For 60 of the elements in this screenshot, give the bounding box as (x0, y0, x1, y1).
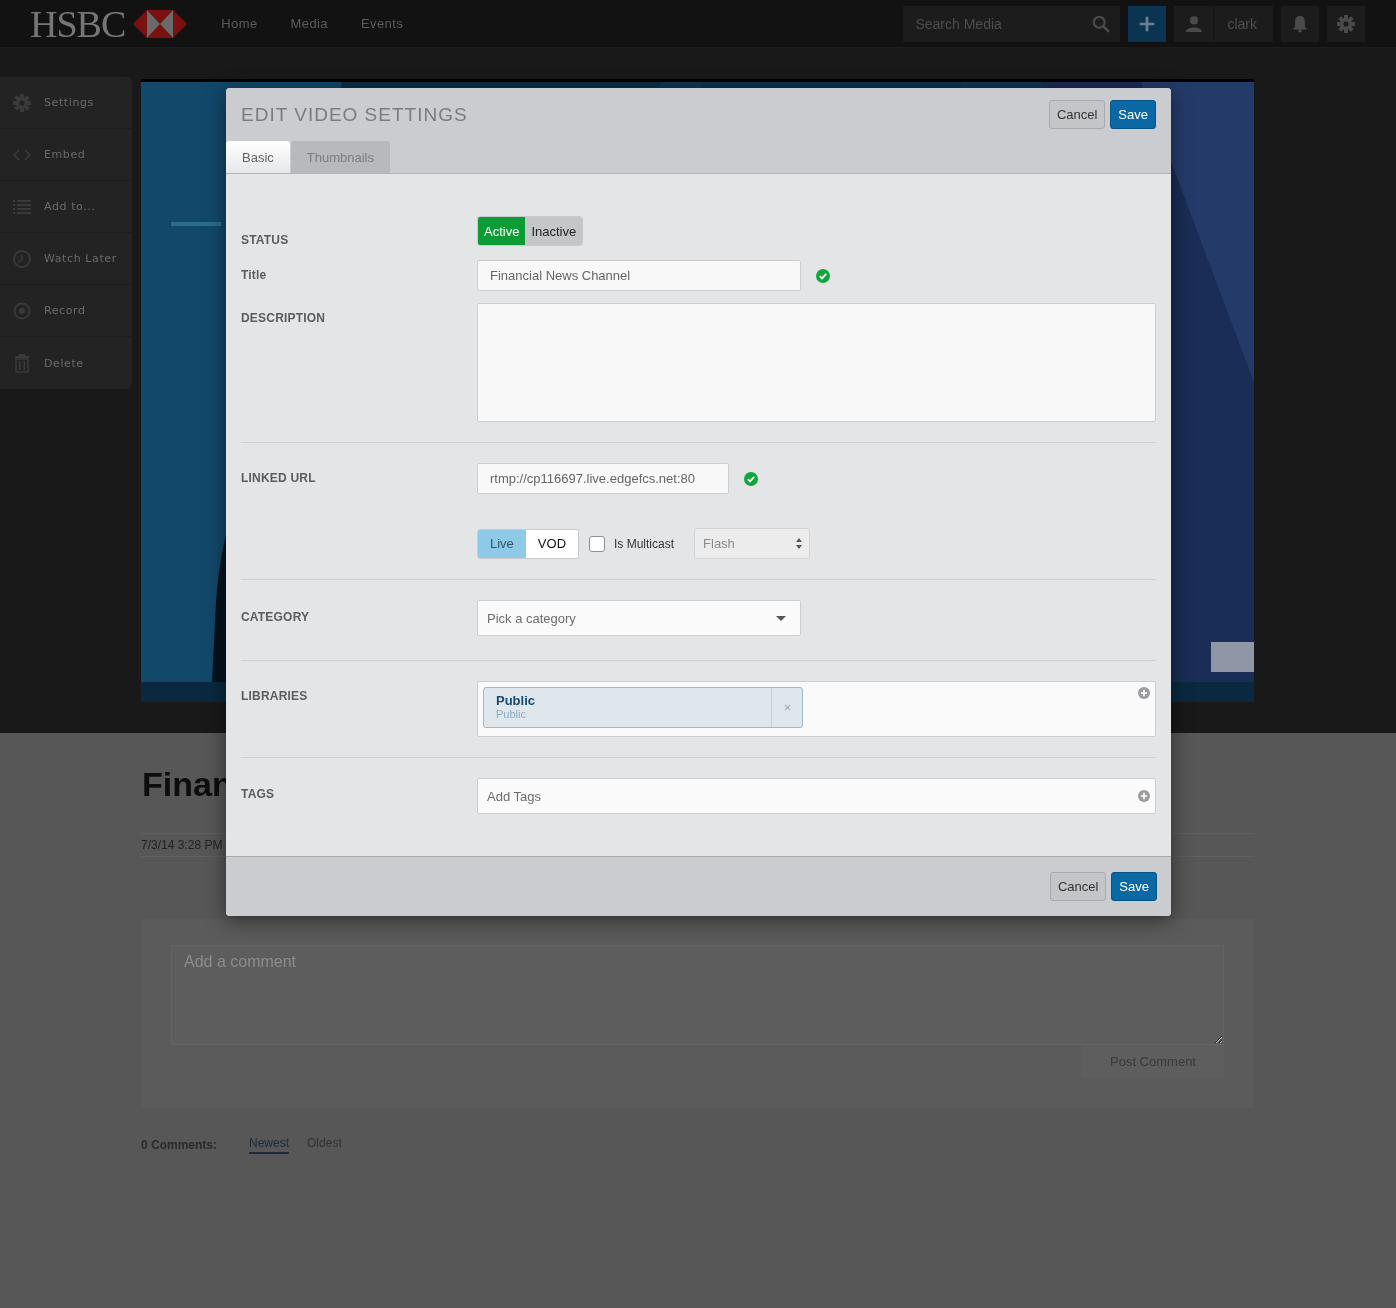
mode-toggle[interactable]: Live (478, 529, 526, 558)
search-icon (1091, 14, 1110, 33)
chip-subtitle: Public (496, 708, 527, 720)
side-menu-item[interactable]: Watch Later (0, 233, 132, 285)
close-icon (783, 704, 791, 711)
side-menu-item[interactable]: Embed (0, 129, 132, 181)
field-label: LINKED URL (241, 470, 317, 485)
side-menu-item[interactable]: Record (0, 285, 132, 337)
cancel-button[interactable]: Cancel (1048, 100, 1106, 129)
tab[interactable]: Basic (226, 141, 290, 173)
nav-link[interactable]: Media (290, 16, 328, 31)
notifications-button[interactable] (1281, 5, 1319, 42)
field-label: STATUS (241, 232, 290, 247)
field-label: CATEGORY (241, 609, 311, 624)
side-menu-item[interactable]: Add to... (0, 181, 132, 233)
side-menu-item[interactable]: Delete (0, 337, 132, 389)
tags-field[interactable]: Add Tags (477, 778, 1156, 814)
nav-link[interactable]: Events (361, 16, 404, 31)
mode-toggle[interactable]: VOD (525, 529, 579, 558)
multicast-checkbox[interactable]: Is Multicast (589, 535, 675, 552)
caret-icon (776, 615, 786, 621)
field-label: LIBRARIES (241, 688, 309, 703)
chip-title: Public (496, 693, 536, 708)
user-icon (1184, 14, 1203, 33)
settings-button[interactable] (1327, 5, 1365, 42)
libraries-field[interactable]: Public Public (477, 681, 1156, 737)
nav-link[interactable]: Home (221, 16, 258, 31)
cancel-button[interactable]: Cancel (1049, 872, 1107, 901)
field-label: Title (241, 267, 268, 282)
field-label: TAGS (241, 786, 276, 801)
description-field[interactable] (477, 303, 1156, 422)
player-select[interactable]: Flash (694, 528, 811, 559)
add-icon (1138, 790, 1150, 802)
search-button[interactable] (1081, 5, 1121, 42)
save-button[interactable]: Save (1111, 872, 1157, 901)
library-chip[interactable]: Public Public (483, 687, 803, 728)
add-icon (1138, 687, 1150, 699)
dropdown-placeholder: Pick a category (487, 610, 576, 626)
sort-arrows-icon (795, 538, 804, 549)
checkbox[interactable] (589, 535, 606, 552)
add-button[interactable] (1128, 5, 1167, 42)
status-toggle[interactable]: Inactive (525, 217, 583, 245)
checkbox-label: Is Multicast (614, 536, 675, 551)
sort-link[interactable]: Newest (249, 1136, 290, 1154)
save-button[interactable]: Save (1110, 100, 1156, 129)
bell-icon (1291, 14, 1309, 33)
dialog-title: EDIT VIDEO SETTINGS (241, 103, 468, 126)
status-toggle[interactable]: Active (478, 217, 526, 245)
logo-text[interactable]: HSBC (30, 3, 126, 44)
tab[interactable]: Thumbnails (290, 141, 390, 173)
clock-icon (12, 248, 32, 269)
gear-icon (1336, 13, 1356, 34)
url-field[interactable]: rtmp://cp116697.live.edgefcs.net:80 (477, 463, 729, 494)
field-label: DESCRIPTION (241, 310, 327, 325)
plus-icon (1138, 14, 1157, 33)
category-dropdown[interactable]: Pick a category (477, 600, 801, 636)
title-field[interactable]: Financial News Channel (477, 260, 801, 291)
side-menu-item[interactable]: Settings (0, 77, 132, 129)
select-value: Flash (703, 536, 735, 551)
logo-icon (133, 9, 188, 38)
